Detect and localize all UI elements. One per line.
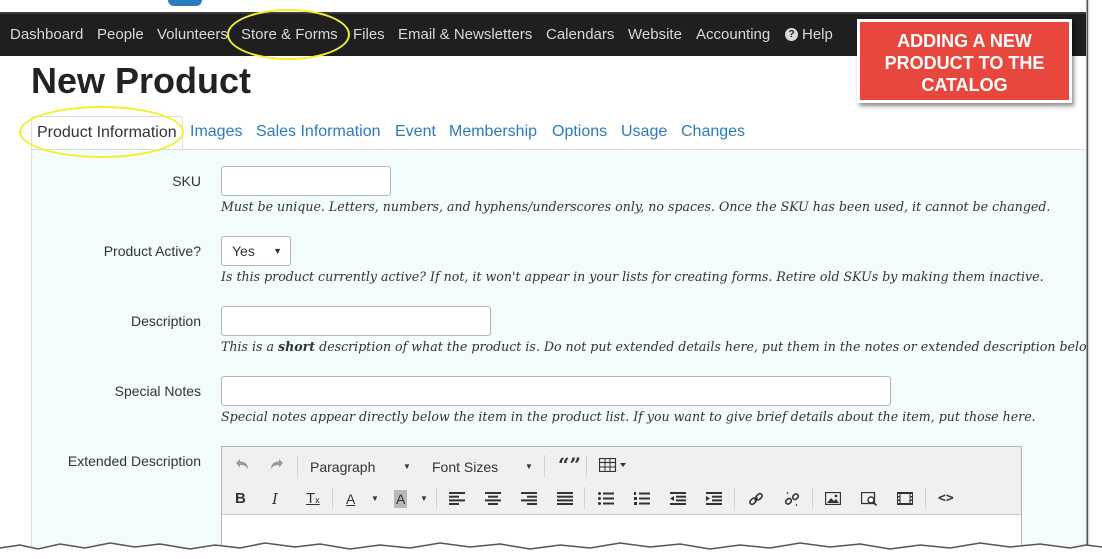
unlink-icon[interactable] bbox=[784, 491, 800, 507]
description-help-emphasis: short bbox=[278, 339, 316, 354]
toolbar-divider bbox=[734, 487, 735, 509]
nav-calendars[interactable]: Calendars bbox=[546, 14, 614, 56]
description-help-after: description of what the product is. Do n… bbox=[315, 339, 1100, 354]
special-notes-input[interactable] bbox=[221, 376, 891, 406]
background-color-icon[interactable]: A bbox=[394, 490, 408, 508]
caret-down-icon: ▼ bbox=[273, 246, 282, 256]
sku-input[interactable] bbox=[221, 166, 391, 196]
toolbar-divider bbox=[544, 455, 545, 477]
page-title: New Product bbox=[31, 60, 252, 101]
nav-people[interactable]: People bbox=[97, 14, 144, 56]
tab-changes[interactable]: Changes bbox=[681, 116, 745, 150]
description-input[interactable] bbox=[221, 306, 491, 336]
callout-line-3: CATALOG bbox=[921, 75, 1008, 95]
nav-store-forms[interactable]: Store & Forms bbox=[241, 14, 338, 56]
torn-edge bbox=[0, 542, 1102, 559]
caret-down-icon: ▼ bbox=[403, 462, 411, 471]
align-left-icon[interactable] bbox=[449, 492, 465, 505]
nav-email-newsletters[interactable]: Email & Newsletters bbox=[398, 14, 532, 56]
align-justify-icon[interactable] bbox=[557, 492, 573, 505]
align-right-icon[interactable] bbox=[521, 492, 537, 505]
indent-icon[interactable] bbox=[706, 492, 722, 505]
toolbar-divider bbox=[297, 455, 298, 477]
caret-down-icon[interactable]: ▼ bbox=[371, 490, 379, 508]
align-center-icon[interactable] bbox=[485, 492, 501, 505]
toolbar-divider bbox=[925, 487, 926, 509]
callout-line-1: ADDING A NEW bbox=[897, 31, 1032, 51]
text-color-icon[interactable]: A bbox=[346, 490, 355, 508]
special-notes-help: Special notes appear directly below the … bbox=[221, 409, 1036, 424]
description-help: This is a short description of what the … bbox=[221, 339, 1100, 354]
nav-volunteers[interactable]: Volunteers bbox=[157, 14, 228, 56]
product-active-value: Yes bbox=[232, 243, 255, 259]
caret-down-icon[interactable]: ▼ bbox=[420, 490, 428, 508]
outdent-icon[interactable] bbox=[670, 492, 686, 505]
link-icon[interactable] bbox=[748, 491, 764, 507]
screenshot-right-edge bbox=[1086, 0, 1102, 559]
source-code-icon[interactable]: <> bbox=[938, 490, 954, 508]
video-icon[interactable] bbox=[897, 492, 913, 505]
font-sizes-label: Font Sizes bbox=[432, 459, 499, 475]
media-search-icon[interactable] bbox=[861, 492, 878, 506]
nav-dashboard[interactable]: Dashboard bbox=[10, 14, 83, 56]
special-notes-label: Special Notes bbox=[114, 383, 201, 399]
description-help-before: This is a bbox=[221, 339, 279, 354]
image-icon[interactable] bbox=[825, 492, 841, 505]
tab-images[interactable]: Images bbox=[190, 116, 242, 150]
nav-website[interactable]: Website bbox=[628, 14, 682, 56]
toolbar-divider bbox=[584, 487, 585, 509]
product-active-label: Product Active? bbox=[103, 243, 201, 259]
font-sizes-select[interactable]: Font Sizes ▼ bbox=[432, 458, 533, 476]
annotation-callout: ADDING A NEW PRODUCT TO THE CATALOG bbox=[857, 19, 1072, 103]
table-icon[interactable] bbox=[599, 458, 629, 472]
extended-description-label: Extended Description bbox=[67, 453, 201, 469]
italic-icon[interactable]: I bbox=[272, 490, 278, 508]
toolbar-divider bbox=[586, 455, 587, 477]
toolbar-divider bbox=[332, 487, 333, 509]
product-active-select[interactable]: Yes ▼ bbox=[221, 236, 291, 266]
sku-help: Must be unique. Letters, numbers, and hy… bbox=[221, 199, 1051, 214]
undo-icon[interactable] bbox=[234, 458, 250, 472]
tab-sales-information[interactable]: Sales Information bbox=[256, 116, 381, 150]
bullet-list-icon[interactable] bbox=[598, 492, 614, 505]
editor-toolbar: Paragraph ▼ Font Sizes ▼ “” B I Tx A ▼ A ▼ bbox=[222, 447, 1021, 515]
edge-line bbox=[1087, 0, 1088, 559]
nav-help-label: Help bbox=[802, 26, 833, 43]
toolbar-divider bbox=[812, 487, 813, 509]
callout-line-2: PRODUCT TO THE bbox=[884, 53, 1045, 73]
toolbar-divider bbox=[436, 487, 437, 509]
bold-icon[interactable]: B bbox=[235, 490, 246, 508]
caret-down-icon: ▼ bbox=[525, 462, 533, 471]
tab-usage[interactable]: Usage bbox=[621, 116, 667, 150]
top-strip bbox=[0, 0, 1086, 12]
nav-accounting[interactable]: Accounting bbox=[696, 14, 770, 56]
nav-help[interactable]: ? Help bbox=[785, 14, 833, 56]
tab-bar: Product Information Images Sales Informa… bbox=[0, 116, 1086, 150]
tab-options[interactable]: Options bbox=[552, 116, 607, 150]
tab-event[interactable]: Event bbox=[395, 116, 436, 150]
nav-files[interactable]: Files bbox=[353, 14, 385, 56]
logo-accent bbox=[168, 0, 202, 6]
paragraph-format-label: Paragraph bbox=[310, 459, 376, 475]
tab-membership[interactable]: Membership bbox=[449, 116, 537, 150]
tab-product-information[interactable]: Product Information bbox=[31, 116, 183, 150]
question-icon: ? bbox=[785, 28, 798, 41]
description-label: Description bbox=[130, 313, 201, 329]
numbered-list-icon[interactable] bbox=[634, 492, 650, 505]
product-active-help: Is this product currently active? If not… bbox=[221, 269, 1044, 284]
clear-x-mark: x bbox=[315, 495, 320, 505]
clear-formatting-glyph: T bbox=[306, 490, 316, 507]
clear-formatting-icon[interactable]: Tx bbox=[306, 490, 320, 509]
redo-icon[interactable] bbox=[269, 458, 285, 472]
paragraph-format-select[interactable]: Paragraph ▼ bbox=[310, 458, 411, 476]
blockquote-icon[interactable]: “” bbox=[558, 455, 581, 475]
sku-label: SKU bbox=[172, 173, 201, 189]
